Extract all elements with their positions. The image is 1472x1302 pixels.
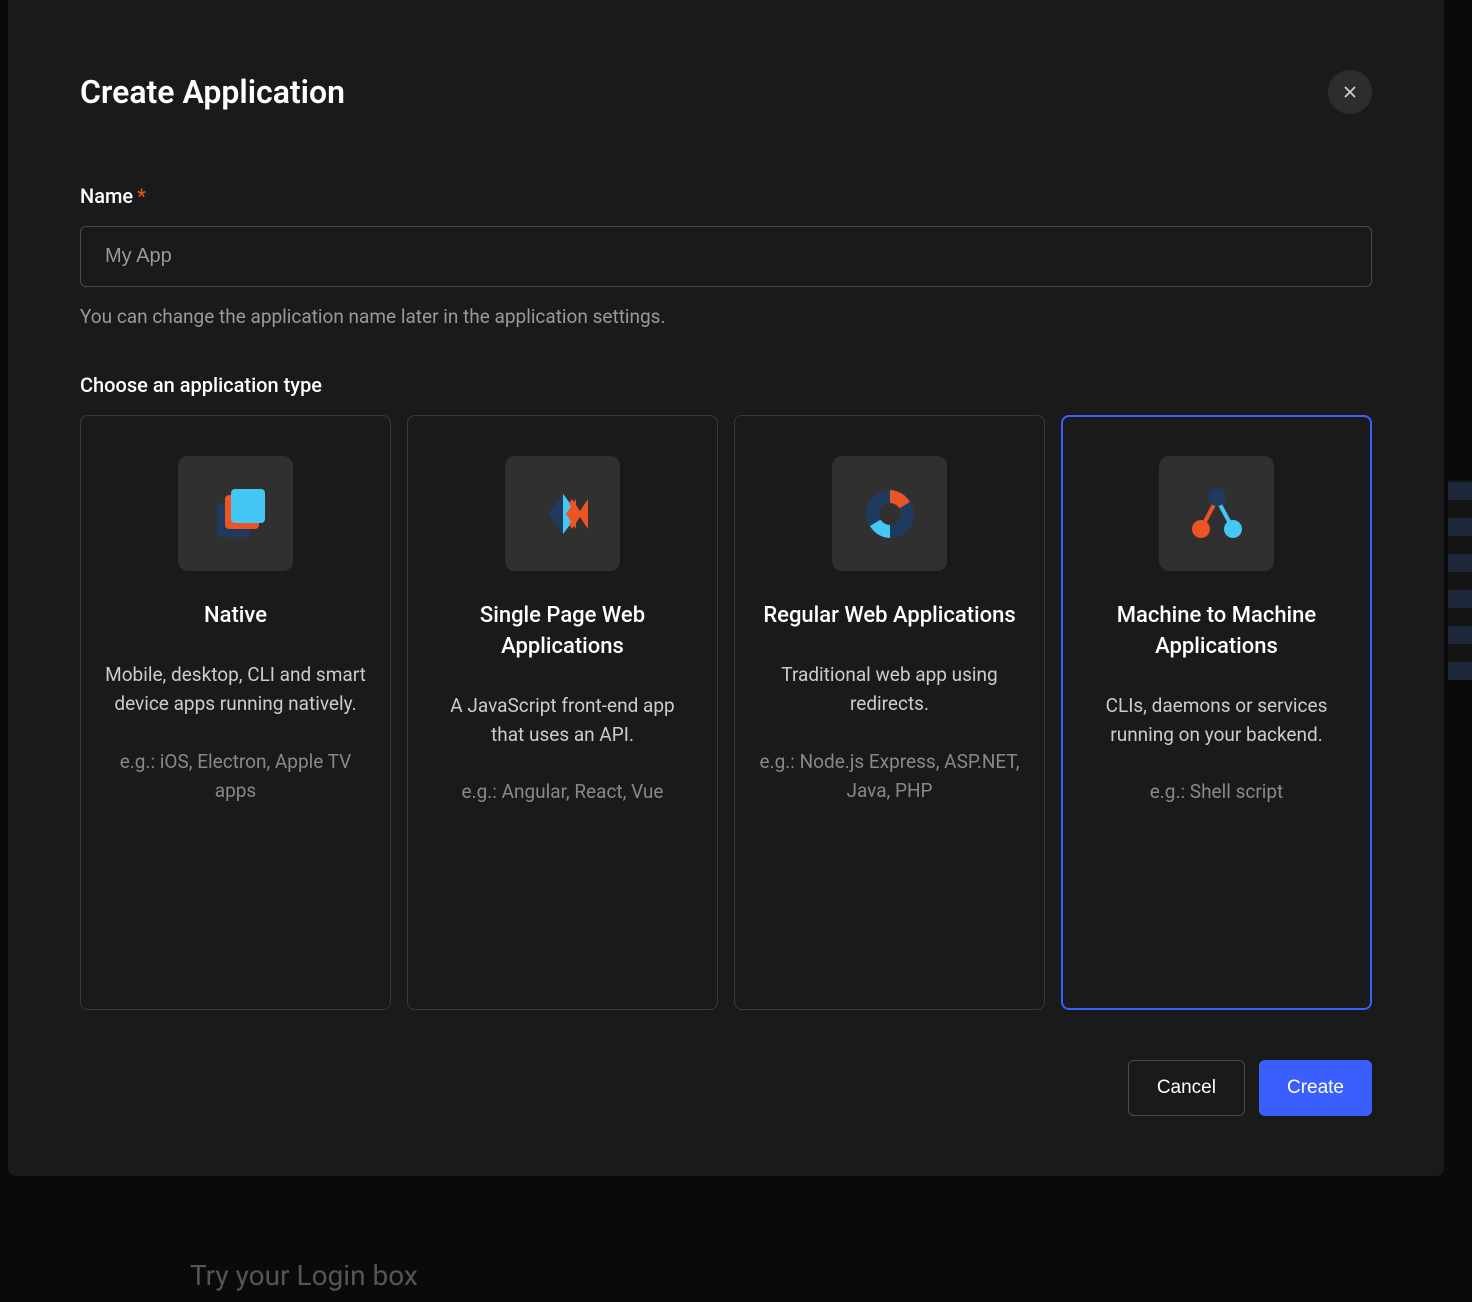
create-button[interactable]: Create: [1259, 1060, 1372, 1116]
type-desc-webapp: Traditional web app using redirects.: [759, 660, 1020, 719]
native-icon-box: [178, 456, 293, 571]
create-application-modal: Create Application Name* You can change …: [8, 0, 1444, 1176]
name-label: Name*: [80, 184, 146, 208]
type-example-spa: e.g.: Angular, React, Vue: [432, 777, 693, 806]
modal-header: Create Application: [80, 70, 1372, 114]
name-label-text: Name: [80, 184, 133, 208]
name-field-group: Name* You can change the application nam…: [80, 184, 1372, 328]
modal-title: Create Application: [80, 73, 345, 111]
name-hint: You can change the application name late…: [80, 305, 1372, 328]
type-title-native: Native: [105, 601, 366, 632]
type-desc-m2m: CLIs, daemons or services running on you…: [1086, 691, 1347, 750]
close-button[interactable]: [1328, 70, 1372, 114]
type-desc-native: Mobile, desktop, CLI and smart device ap…: [105, 660, 366, 719]
native-icon: [201, 479, 271, 549]
type-card-m2m[interactable]: Machine to Machine Applications CLIs, da…: [1061, 415, 1372, 1010]
type-title-spa: Single Page Web Applications: [432, 601, 693, 663]
name-input[interactable]: [80, 226, 1372, 287]
type-example-native: e.g.: iOS, Electron, Apple TV apps: [105, 747, 366, 806]
type-desc-spa: A JavaScript front-end app that uses an …: [432, 691, 693, 750]
spa-icon: [528, 479, 598, 549]
type-card-spa[interactable]: Single Page Web Applications A JavaScrip…: [407, 415, 718, 1010]
type-example-webapp: e.g.: Node.js Express, ASP.NET, Java, PH…: [759, 747, 1020, 806]
close-icon: [1341, 83, 1359, 101]
modal-footer: Cancel Create: [80, 1060, 1372, 1116]
type-title-webapp: Regular Web Applications: [759, 601, 1020, 632]
application-type-grid: Native Mobile, desktop, CLI and smart de…: [80, 415, 1372, 1010]
webapp-icon: [855, 479, 925, 549]
type-example-m2m: e.g.: Shell script: [1086, 777, 1347, 806]
background-login-text: Try your Login box: [190, 1259, 418, 1292]
cancel-button[interactable]: Cancel: [1128, 1060, 1245, 1116]
type-card-native[interactable]: Native Mobile, desktop, CLI and smart de…: [80, 415, 391, 1010]
m2m-icon-box: [1159, 456, 1274, 571]
background-texture: [1448, 480, 1472, 680]
m2m-icon: [1182, 479, 1252, 549]
spa-icon-box: [505, 456, 620, 571]
required-marker: *: [137, 184, 146, 208]
type-section-label: Choose an application type: [80, 373, 1372, 397]
type-card-webapp[interactable]: Regular Web Applications Traditional web…: [734, 415, 1045, 1010]
type-title-m2m: Machine to Machine Applications: [1086, 601, 1347, 663]
webapp-icon-box: [832, 456, 947, 571]
